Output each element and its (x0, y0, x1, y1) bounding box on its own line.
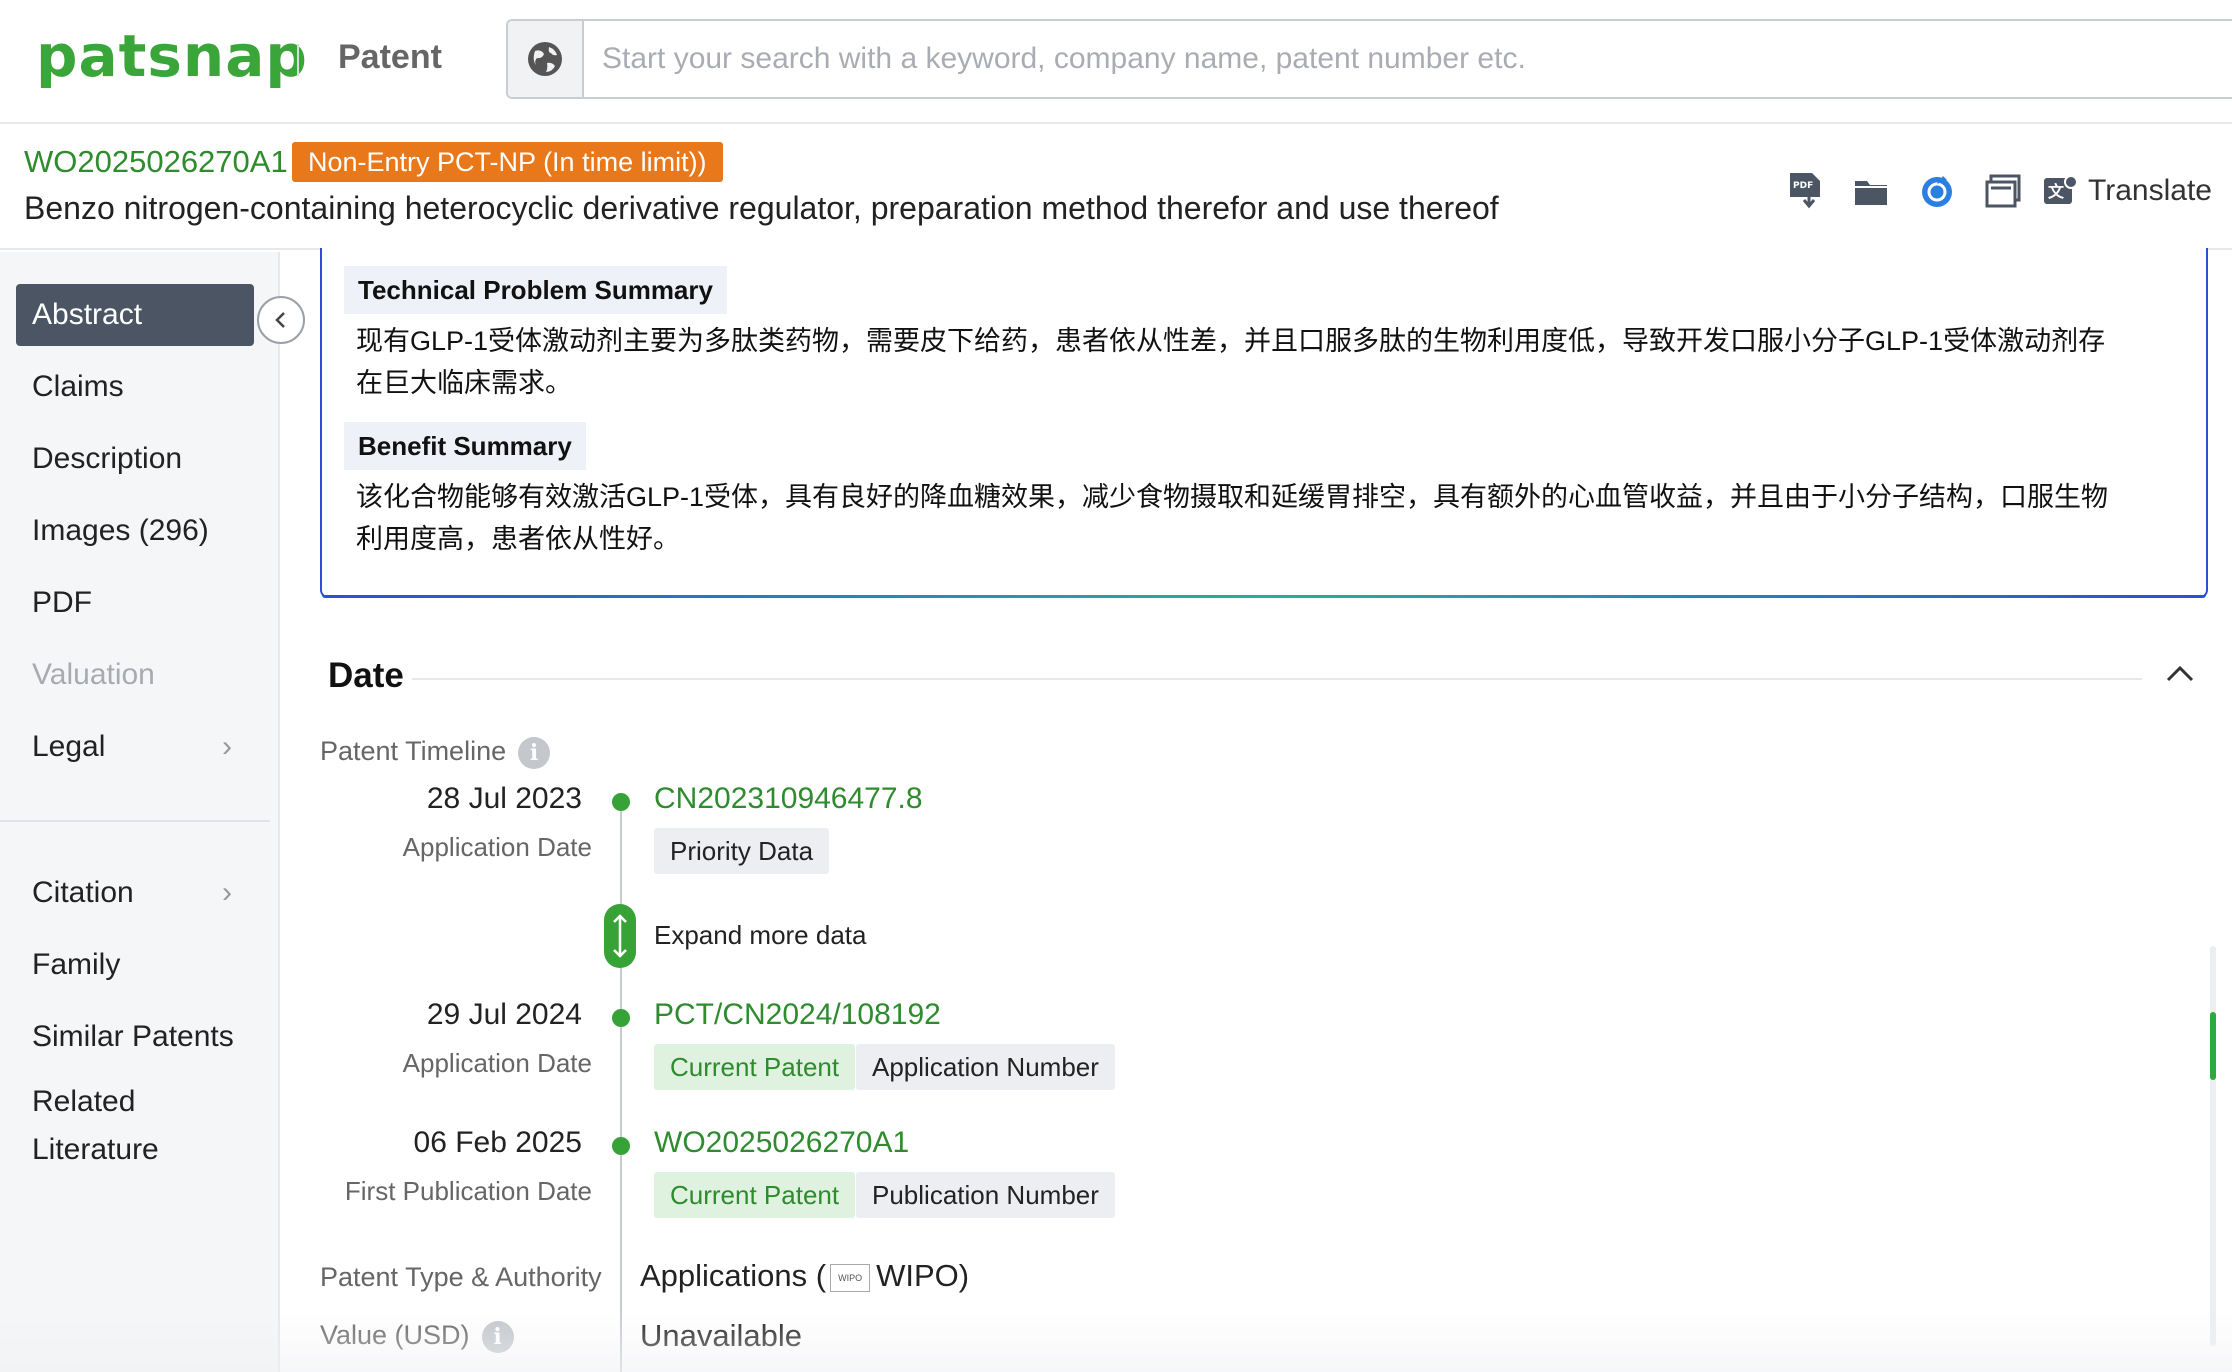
patent-timeline-text: Patent Timeline (320, 736, 506, 766)
nav-literature-label: Literature (32, 1126, 254, 1174)
value-usd-label: Value (USD) i (320, 1320, 514, 1353)
timeline-dot (612, 793, 630, 811)
nav-description[interactable]: Description (16, 428, 254, 490)
search-input[interactable] (602, 21, 2202, 97)
top-header: patsnap Patent (0, 0, 2232, 124)
status-badge: Non-Entry PCT-NP (In time limit)) (292, 142, 723, 182)
patent-type-label: Patent Type & Authority (320, 1262, 602, 1293)
nav-related-literature[interactable]: Related Literature (16, 1078, 254, 1174)
tag-application-number: Application Number (856, 1044, 1115, 1090)
benefit-summary-text: 该化合物能够有效激活GLP-1受体，具有良好的降血糖效果，减少食物摄取和延缓胃排… (356, 476, 2196, 560)
pdf-download-icon[interactable]: PDF (1772, 166, 1838, 216)
nav-valuation: Valuation (16, 644, 254, 706)
publication-number: WO2025026270A1 (24, 144, 288, 180)
problem-line-2: 在巨大临床需求。 (356, 362, 2196, 404)
scrollbar-thumb[interactable] (2210, 1012, 2216, 1080)
value-usd-value: Unavailable (640, 1318, 802, 1354)
globe-icon[interactable] (508, 21, 584, 97)
nav-citation-label: Citation (32, 876, 134, 909)
timeline-patent-number[interactable]: CN202310946477.8 (654, 782, 923, 816)
tag-priority-data: Priority Data (654, 828, 829, 874)
translate-label: Translate (2088, 174, 2212, 208)
timeline-date-kind: First Publication Date (282, 1176, 592, 1207)
expand-more-data[interactable]: Expand more data (654, 920, 866, 951)
translate-button[interactable]: 文 Translate (2042, 174, 2212, 208)
expand-more-icon[interactable] (604, 904, 636, 968)
timeline-date-kind: Application Date (282, 832, 592, 863)
benefit-summary-heading: Benefit Summary (344, 422, 586, 470)
chevron-up-icon[interactable] (2162, 656, 2198, 697)
benefit-line-1: 该化合物能够有效激活GLP-1受体，具有良好的降血糖效果，减少食物摄取和延缓胃排… (356, 476, 2196, 518)
monitor-alert-icon[interactable] (1904, 166, 1970, 216)
timeline-date-kind: Application Date (282, 1048, 592, 1079)
problem-summary-text: 现有GLP-1受体激动剂主要为多肽类药物，需要皮下给药，患者依从性差，并且口服多… (356, 320, 2196, 404)
nav-abstract[interactable]: Abstract (16, 284, 254, 346)
action-toolbar: PDF 文 (1772, 166, 2212, 216)
main-content: Technical Problem Summary 现有GLP-1受体激动剂主要… (282, 252, 2232, 1372)
tag-current-patent: Current Patent (654, 1044, 855, 1090)
tag-publication-number: Publication Number (856, 1172, 1115, 1218)
problem-line-1: 现有GLP-1受体激动剂主要为多肽类药物，需要皮下给药，患者依从性差，并且口服多… (356, 320, 2196, 362)
timeline-date: 06 Feb 2025 (282, 1126, 582, 1160)
nav-family[interactable]: Family (16, 934, 254, 996)
timeline-dot (612, 1009, 630, 1027)
nav-pdf[interactable]: PDF (16, 572, 254, 634)
patent-type-text: Applications ( (640, 1258, 826, 1293)
nav-legal-label: Legal (32, 730, 105, 763)
value-usd-text: Value (USD) (320, 1320, 470, 1350)
product-name[interactable]: Patent (338, 38, 442, 77)
scrollbar-track[interactable] (2210, 946, 2216, 1346)
compare-icon[interactable] (1970, 166, 2036, 216)
wipo-logo: WIPO (830, 1264, 870, 1292)
patent-timeline-label: Patent Timeline i (320, 736, 550, 769)
sidebar-divider (0, 820, 270, 822)
section-sidebar: Abstract Claims Description Images (296)… (0, 252, 280, 1372)
benefit-line-2: 利用度高，患者依从性好。 (356, 518, 2196, 560)
timeline-date: 29 Jul 2024 (282, 998, 582, 1032)
patent-title: Benzo nitrogen-containing heterocyclic d… (24, 190, 1499, 227)
nav-similar-patents[interactable]: Similar Patents (16, 1006, 254, 1068)
chevron-right-icon: › (222, 862, 232, 924)
patent-authority-text: WIPO) (876, 1258, 969, 1293)
timeline-date: 28 Jul 2023 (282, 782, 582, 816)
info-icon[interactable]: i (518, 737, 550, 769)
timeline-patent-number[interactable]: WO2025026270A1 (654, 1126, 909, 1160)
timeline-patent-number[interactable]: PCT/CN2024/108192 (654, 998, 941, 1032)
nav-legal[interactable]: Legal › (16, 716, 254, 778)
timeline-dot (612, 1137, 630, 1155)
problem-summary-heading: Technical Problem Summary (344, 266, 727, 314)
header-divider (297, 44, 299, 76)
patent-title-bar: WO2025026270A1 Non-Entry PCT-NP (In time… (0, 126, 2232, 250)
svg-text:文: 文 (2048, 182, 2065, 201)
info-icon[interactable]: i (482, 1321, 514, 1353)
tag-current-patent: Current Patent (654, 1172, 855, 1218)
chevron-right-icon: › (222, 716, 232, 778)
date-section-divider (412, 678, 2142, 680)
svg-text:PDF: PDF (1793, 181, 1813, 191)
search-bar (506, 19, 2232, 99)
nav-citation[interactable]: Citation › (16, 862, 254, 924)
patsnap-logo[interactable]: patsnap (36, 22, 308, 90)
folder-icon[interactable] (1838, 166, 1904, 216)
date-section-title: Date (328, 656, 404, 696)
timeline-line (620, 804, 622, 1372)
translate-icon: 文 (2042, 174, 2078, 208)
nav-claims[interactable]: Claims (16, 356, 254, 418)
patent-type-value: Applications (WIPOWIPO) (640, 1258, 969, 1294)
nav-related-label: Related (32, 1078, 254, 1126)
ai-summary-box: Technical Problem Summary 现有GLP-1受体激动剂主要… (320, 248, 2208, 598)
nav-images[interactable]: Images (296) (16, 500, 254, 562)
